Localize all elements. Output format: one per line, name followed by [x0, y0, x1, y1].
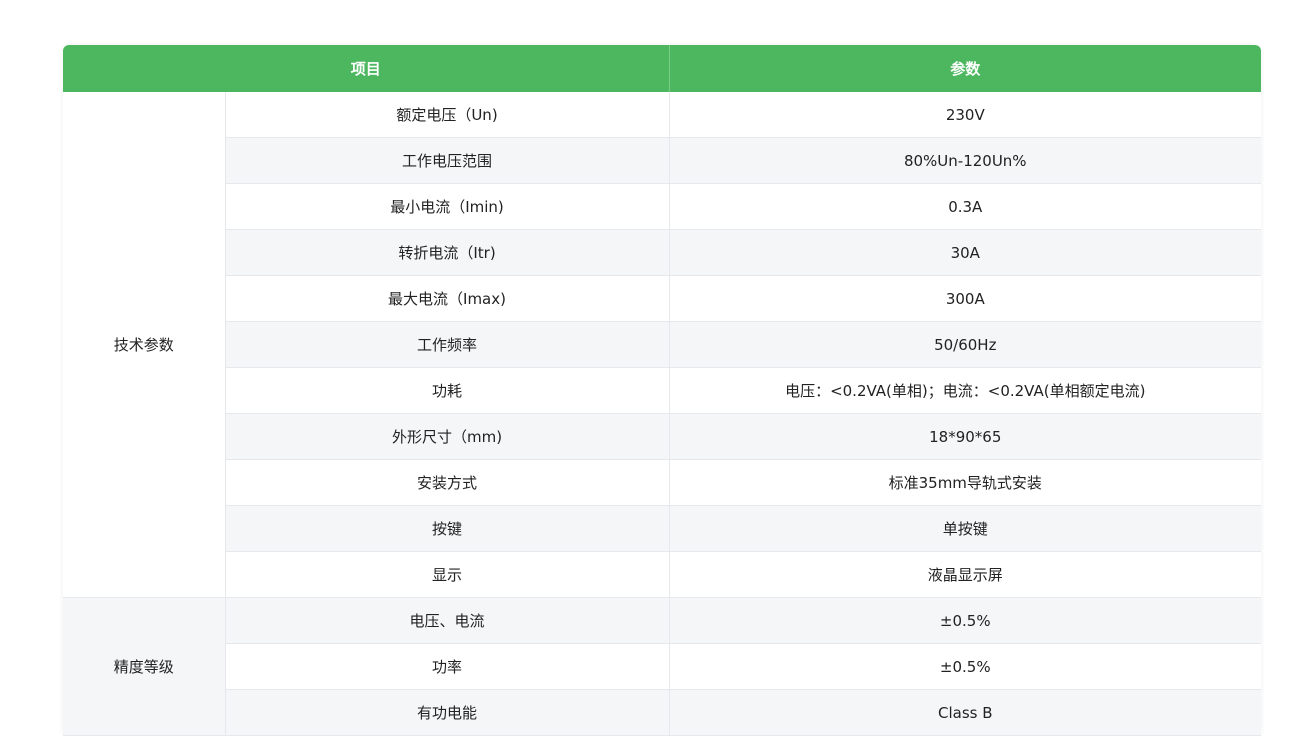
header-item: 项目: [63, 45, 670, 92]
table-row: 功耗 电压：<0.2VA(单相)；电流：<0.2VA(单相额定电流): [63, 367, 1261, 414]
value-cell: ±0.5%: [669, 597, 1261, 644]
param-cell: 转折电流（Itr): [225, 229, 670, 276]
param-cell: 功率: [225, 643, 670, 690]
value-cell: 80%Un-120Un%: [669, 137, 1261, 184]
param-cell: 工作频率: [225, 321, 670, 368]
spec-table: 项目 参数 技术参数 额定电压（Un) 230V 工作电压范围 80%Un-12…: [63, 45, 1261, 736]
value-cell: 标准35mm导轨式安装: [669, 459, 1261, 506]
param-cell: 有功电能: [225, 689, 670, 736]
table-row: 工作电压范围 80%Un-120Un%: [63, 137, 1261, 184]
table-row: 工作频率 50/60Hz: [63, 321, 1261, 368]
value-cell: 50/60Hz: [669, 321, 1261, 368]
value-cell: 18*90*65: [669, 413, 1261, 460]
value-cell: ±0.5%: [669, 643, 1261, 690]
param-cell: 安装方式: [225, 459, 670, 506]
param-cell: 工作电压范围: [225, 137, 670, 184]
table-row: 最大电流（Imax) 300A: [63, 275, 1261, 322]
spec-table-container: 项目 参数 技术参数 额定电压（Un) 230V 工作电压范围 80%Un-12…: [63, 45, 1261, 736]
param-cell: 最大电流（Imax): [225, 275, 670, 322]
header-param: 参数: [669, 45, 1261, 92]
table-row: 安装方式 标准35mm导轨式安装: [63, 459, 1261, 506]
table-row: 转折电流（Itr) 30A: [63, 229, 1261, 276]
value-cell: 电压：<0.2VA(单相)；电流：<0.2VA(单相额定电流): [669, 367, 1261, 414]
value-cell: 单按键: [669, 505, 1261, 552]
table-row: 外形尺寸（mm) 18*90*65: [63, 413, 1261, 460]
table-row: 最小电流（Imin) 0.3A: [63, 183, 1261, 230]
table-row: 精度等级 电压、电流 ±0.5%: [63, 597, 1261, 736]
param-cell: 功耗: [225, 367, 670, 414]
table-row: 有功电能 Class B: [63, 689, 1261, 736]
param-cell: 额定电压（Un): [225, 92, 670, 138]
table-row: 按键 单按键: [63, 505, 1261, 552]
param-cell: 外形尺寸（mm): [225, 413, 670, 460]
group-cell-tech: 技术参数: [63, 92, 226, 598]
param-cell: 显示: [225, 551, 670, 598]
param-cell: 电压、电流: [225, 597, 670, 644]
value-cell: 300A: [669, 275, 1261, 322]
table-body: 技术参数 额定电压（Un) 230V 工作电压范围 80%Un-120Un% 最…: [63, 92, 1261, 736]
table-row: 技术参数 额定电压（Un) 230V: [63, 92, 1261, 598]
table-row: 功率 ±0.5%: [63, 643, 1261, 690]
table-row: 显示 液晶显示屏: [63, 551, 1261, 598]
table-header: 项目 参数: [63, 45, 1261, 92]
value-cell: Class B: [669, 689, 1261, 736]
value-cell: 230V: [669, 92, 1261, 138]
value-cell: 30A: [669, 229, 1261, 276]
value-cell: 液晶显示屏: [669, 551, 1261, 598]
header-row: 项目 参数: [63, 45, 1261, 92]
group-cell-accuracy: 精度等级: [63, 597, 226, 736]
value-cell: 0.3A: [669, 183, 1261, 230]
param-cell: 按键: [225, 505, 670, 552]
param-cell: 最小电流（Imin): [225, 183, 670, 230]
